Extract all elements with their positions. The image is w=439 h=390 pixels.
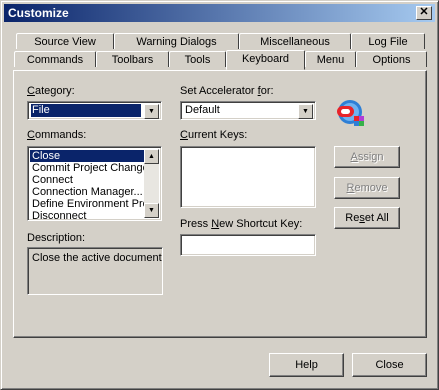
accelerator-label: Set Accelerator for:: [180, 85, 274, 97]
shortcut-label: Press New Shortcut Key:: [180, 218, 303, 230]
commands-scrollbar[interactable]: ▲ ▼: [144, 149, 159, 218]
list-item[interactable]: Disconnect: [30, 210, 145, 220]
category-label: Category:: [27, 85, 75, 97]
tab-options[interactable]: Options: [356, 51, 427, 67]
category-value: File: [31, 104, 141, 117]
tab-keyboard[interactable]: Keyboard: [226, 50, 305, 70]
list-item[interactable]: Close: [30, 150, 145, 162]
commands-list[interactable]: Close Commit Project Changes Connect Con…: [27, 146, 162, 221]
window-title: Customize: [8, 6, 69, 20]
category-combo[interactable]: File ▼: [27, 101, 162, 120]
tab-tools[interactable]: Tools: [169, 51, 226, 67]
oracle-ide-logo-icon: [334, 98, 368, 128]
scroll-down-arrow-icon[interactable]: ▼: [144, 203, 159, 218]
commands-label: Commands:: [27, 129, 87, 141]
keyboard-tab-panel: Category: File ▼ Commands: Close Commit …: [13, 70, 427, 338]
current-keys-label: Current Keys:: [180, 129, 248, 141]
list-item[interactable]: Commit Project Changes: [30, 162, 145, 174]
category-dropdown-arrow-icon[interactable]: ▼: [144, 104, 159, 119]
reset-all-button[interactable]: Reset All: [334, 207, 400, 229]
tab-warning-dialogs[interactable]: Warning Dialogs: [114, 33, 239, 49]
customize-dialog: Customize ✕ Source View Warning Dialogs …: [0, 0, 439, 390]
help-button[interactable]: Help: [269, 353, 344, 377]
tab-menu[interactable]: Menu: [305, 51, 356, 67]
tab-toolbars[interactable]: Toolbars: [96, 51, 169, 67]
description-box: Close the active document: [27, 247, 163, 295]
shortcut-key-input[interactable]: [180, 234, 316, 256]
title-bar[interactable]: Customize ✕: [4, 4, 435, 22]
description-text: Close the active document: [32, 252, 162, 264]
current-keys-list[interactable]: [180, 146, 316, 208]
tab-log-file[interactable]: Log File: [351, 33, 425, 49]
list-item[interactable]: Define Environment Prop: [30, 198, 145, 210]
description-label: Description:: [27, 232, 86, 244]
close-window-button[interactable]: ✕: [416, 6, 432, 20]
scroll-up-arrow-icon[interactable]: ▲: [144, 149, 159, 164]
close-button[interactable]: Close: [352, 353, 427, 377]
assign-button[interactable]: Assign: [334, 146, 400, 168]
list-item[interactable]: Connect: [30, 174, 145, 186]
tab-miscellaneous[interactable]: Miscellaneous: [239, 33, 351, 49]
tab-commands[interactable]: Commands: [14, 51, 96, 67]
list-item[interactable]: Connection Manager...: [30, 186, 145, 198]
accelerator-combo[interactable]: Default ▼: [180, 101, 316, 120]
tab-source-view[interactable]: Source View: [16, 33, 114, 49]
remove-button[interactable]: Remove: [334, 177, 400, 199]
accelerator-dropdown-arrow-icon[interactable]: ▼: [298, 104, 313, 119]
accelerator-value: Default: [185, 104, 220, 116]
